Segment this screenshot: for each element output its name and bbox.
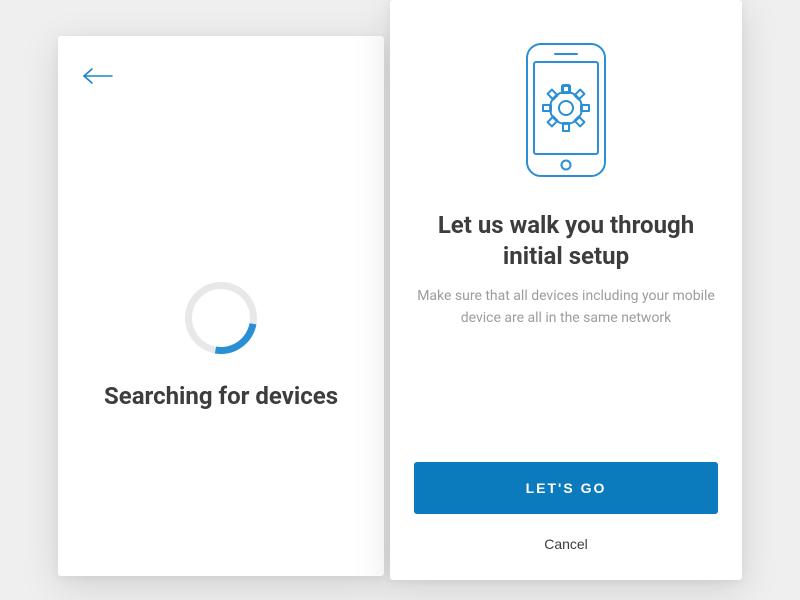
cancel-button[interactable]: Cancel xyxy=(534,532,598,556)
loading-spinner-icon xyxy=(171,268,271,368)
setup-title: Let us walk you through initial setup xyxy=(421,210,711,272)
lets-go-button[interactable]: LET'S GO xyxy=(414,462,718,514)
setup-intro-card: Let us walk you through initial setup Ma… xyxy=(390,0,742,580)
phone-gear-icon xyxy=(521,40,611,184)
search-title: Searching for devices xyxy=(104,382,338,410)
setup-subtitle: Make sure that all devices including you… xyxy=(416,286,716,329)
search-devices-card: Searching for devices xyxy=(58,36,384,576)
back-arrow-icon[interactable] xyxy=(82,66,116,86)
